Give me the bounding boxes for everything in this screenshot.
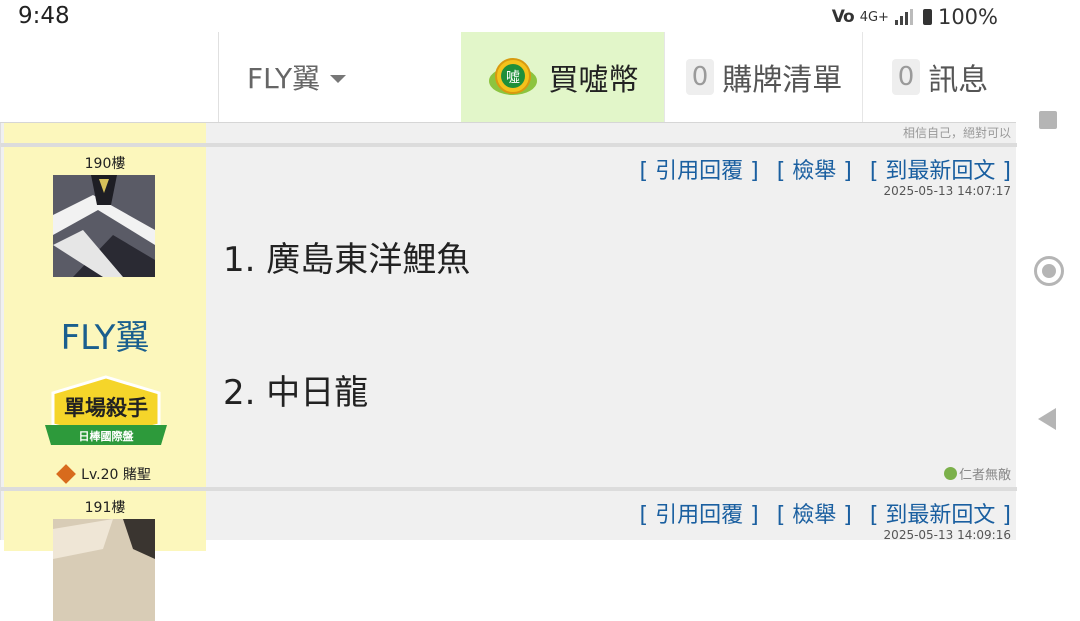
cart-count-badge: 0 — [685, 59, 715, 95]
post-190: 190樓 FLY翼 單場殺手 日棒國際盤 Lv.20 賭聖 [引用回覆] [… — [1, 147, 1017, 487]
clock: 9:48 — [18, 3, 70, 29]
latest-reply-link[interactable]: [ 到最新回文 ] — [870, 153, 1011, 185]
coin-icon: 噓 — [487, 51, 539, 103]
badge-subtitle: 日棒國際盤 — [79, 429, 135, 443]
forum-thread: 相信自己，絕對可以 190樓 FLY翼 單場殺手 日棒國際盤 Lv.20 賭聖 … — [0, 123, 1017, 621]
post-actions: [ 引用回覆 ] [ 檢舉 ] [ 到最新回文 ] — [640, 153, 1011, 185]
avatar[interactable] — [53, 519, 155, 621]
user-menu-label: FLY翼 — [247, 62, 321, 95]
badge-title: 單場殺手 — [64, 396, 148, 420]
status-icons: Vo 4G+ 100% — [832, 5, 998, 29]
post-actions: [ 引用回覆 ] [ 檢舉 ] [ 到最新回文 ] — [640, 497, 1011, 529]
cart-list-label: 購牌清單 — [722, 63, 843, 98]
signature-text: 仁者無敵 — [958, 468, 1011, 483]
floor-number: 190樓 — [84, 156, 126, 172]
quote-reply-link[interactable]: [ 引用回覆 ] — [640, 497, 759, 529]
cart-list-tab[interactable]: 0 購牌清單 — [664, 32, 863, 122]
level-icon — [56, 464, 77, 484]
top-header: FLY翼 噓 買噓幣 0 購牌清單 0 訊息 — [0, 32, 1016, 123]
author-sidebar: 190樓 FLY翼 單場殺手 日棒國際盤 Lv.20 賭聖 — [4, 147, 206, 487]
home-icon[interactable] — [1034, 256, 1064, 286]
battery-icon — [922, 9, 932, 25]
message-count-badge: 0 — [891, 59, 921, 95]
status-bar: 9:48 Vo 4G+ 100% — [0, 0, 1016, 32]
previous-post-tail: 相信自己，絕對可以 — [1, 123, 1017, 143]
messages-label: 訊息 — [928, 63, 989, 98]
user-menu-tab[interactable]: FLY翼 — [218, 32, 461, 122]
post-191: 191樓 [ 引用回覆 ] [ 檢舉 ] [ 到最新回文 ] 2025-05-1… — [1, 491, 1017, 621]
badge-image: 單場殺手 日棒國際盤 — [41, 375, 171, 453]
volte-icon: Vo — [831, 7, 855, 27]
battery-percent: 100% — [937, 5, 998, 29]
chevron-down-icon — [330, 75, 347, 83]
latest-reply-link[interactable]: [ 到最新回文 ] — [870, 497, 1011, 529]
system-nav-bar — [1016, 0, 1080, 540]
level-label: Lv.20 賭聖 — [81, 467, 151, 483]
avatar[interactable] — [53, 175, 155, 277]
recent-apps-icon[interactable] — [1039, 111, 1057, 129]
post-timestamp: 2025-05-13 14:07:17 — [883, 184, 1011, 198]
signature-icon — [943, 467, 957, 480]
quote-reply-link[interactable]: [ 引用回覆 ] — [640, 153, 759, 185]
back-icon[interactable] — [1038, 408, 1056, 430]
messages-tab[interactable]: 0 訊息 — [862, 32, 1017, 122]
buy-coin-label: 買噓幣 — [548, 63, 639, 98]
post-signature: 相信自己，絕對可以 — [902, 126, 1011, 140]
post-signature: 仁者無敵 — [943, 464, 1011, 483]
post-content-line: 2. 中日龍 — [223, 373, 369, 413]
username[interactable]: FLY翼 — [4, 310, 206, 359]
signal-icon — [894, 9, 913, 25]
network-type: 4G+ — [859, 9, 889, 25]
report-link[interactable]: [ 檢舉 ] — [777, 497, 852, 529]
user-level: Lv.20 賭聖 — [4, 464, 206, 484]
buy-coin-tab[interactable]: 噓 買噓幣 — [461, 32, 664, 122]
report-link[interactable]: [ 檢舉 ] — [777, 153, 852, 185]
author-sidebar: 191樓 — [4, 491, 206, 621]
post-content-line: 1. 廣島東洋鯉魚 — [223, 240, 471, 280]
coin-icon-text: 噓 — [506, 70, 520, 86]
floor-number: 191樓 — [84, 500, 126, 516]
author-sidebar — [4, 123, 206, 143]
